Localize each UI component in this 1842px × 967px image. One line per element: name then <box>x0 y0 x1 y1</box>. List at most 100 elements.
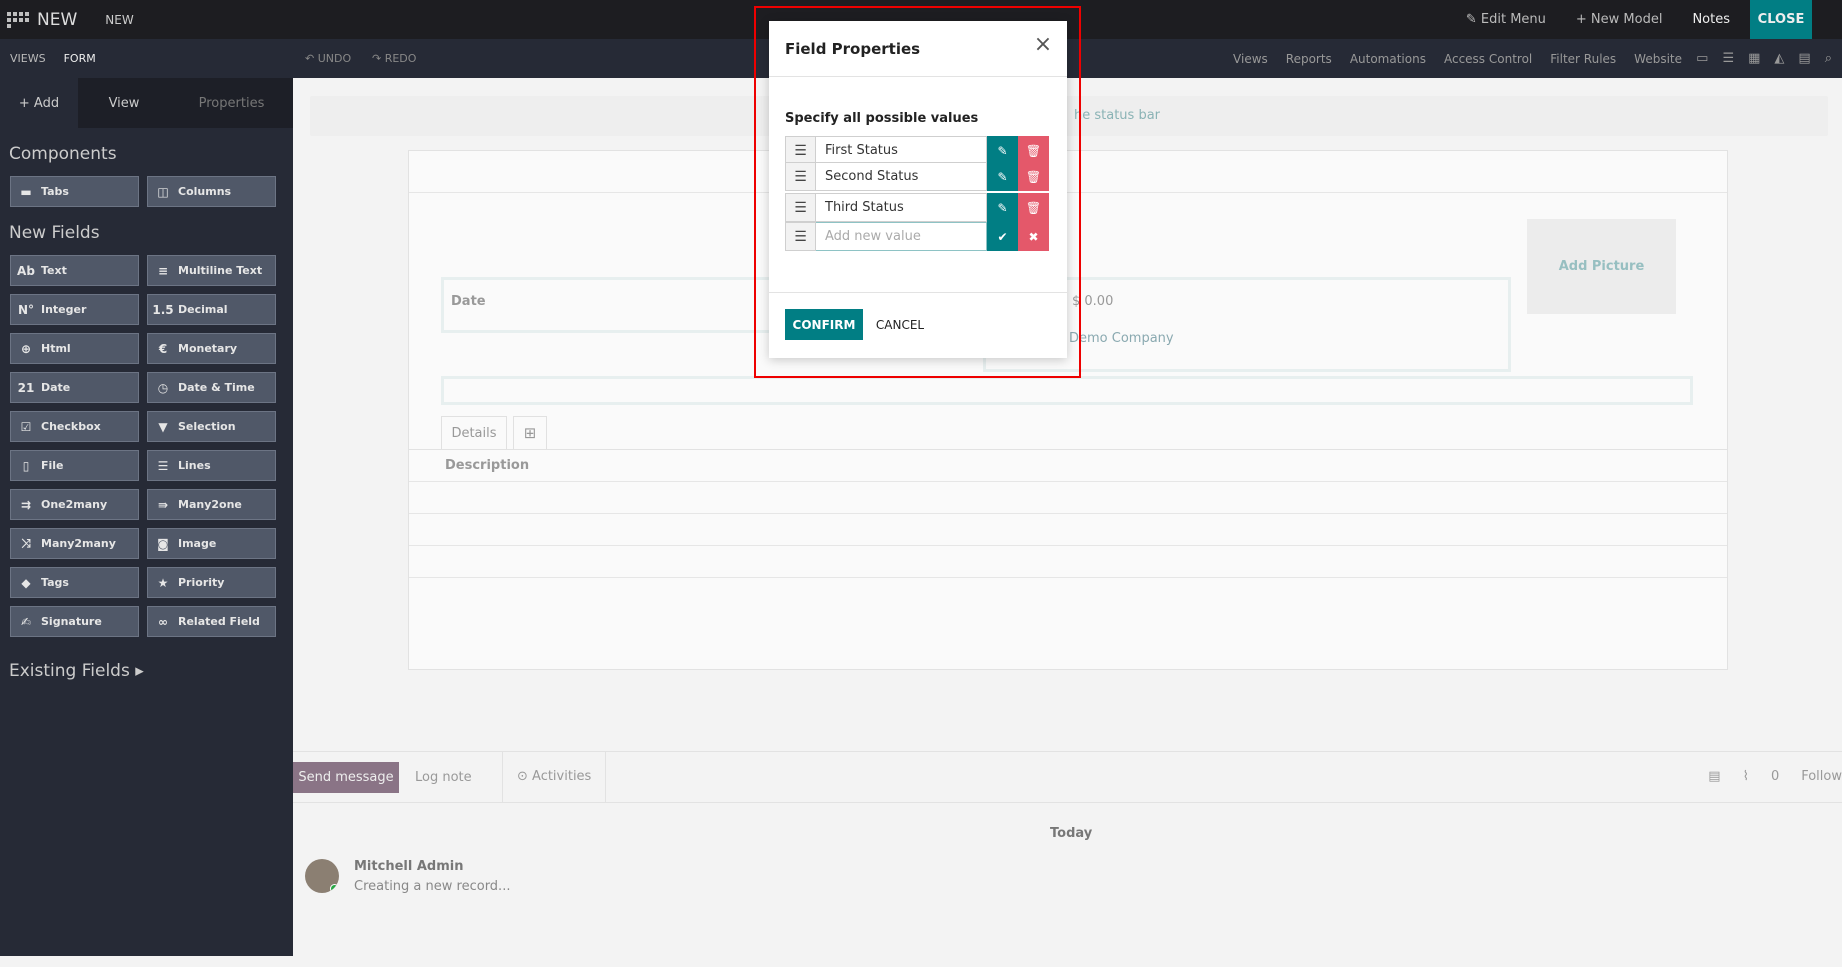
field-group-left[interactable]: Date <box>441 277 781 333</box>
menu-reports[interactable]: Reports <box>1286 52 1332 66</box>
field-selection[interactable]: ▼ Selection <box>147 411 276 442</box>
menu-views[interactable]: Views <box>1233 52 1268 66</box>
drag-handle-icon[interactable]: ☰ <box>785 162 816 191</box>
field-columns[interactable]: ◫ Columns <box>147 176 276 207</box>
undo-button[interactable]: ↶ UNDO <box>305 52 351 65</box>
field-many2one[interactable]: ⇛ Many2one <box>147 489 276 520</box>
trash-icon[interactable]: 🗑 <box>1018 162 1049 191</box>
field-label: Priority <box>178 576 225 589</box>
field-properties-dialog: Field Properties × Specify all possible … <box>769 21 1067 358</box>
text-icon: Ab <box>17 263 35 278</box>
field-signature[interactable]: ✍ Signature <box>10 606 139 637</box>
value-field: First Status <box>816 136 987 165</box>
table-row <box>409 513 1727 514</box>
search-icon[interactable]: ⌕ <box>1825 51 1832 66</box>
calendar-view-icon[interactable]: ▦ <box>1748 51 1760 66</box>
menu-access-control[interactable]: Access Control <box>1444 52 1532 66</box>
table-row <box>409 481 1727 482</box>
activities-button[interactable]: ⊙ Activities <box>502 751 607 802</box>
paperclip-icon[interactable]: ⌇ <box>1743 769 1749 784</box>
value-row: ☰ Third Status ✎ 🗑 <box>785 193 1049 222</box>
signature-icon: ✍ <box>20 614 32 629</box>
field-text[interactable]: Ab Text <box>10 255 139 286</box>
field-related-field[interactable]: ∞ Related Field <box>147 606 276 637</box>
field-checkbox[interactable]: ☑ Checkbox <box>10 411 139 442</box>
new-value-row: ☰ ✔ ✖ <box>785 222 1049 251</box>
field-date[interactable]: 21 Date <box>10 372 139 403</box>
drag-handle-icon[interactable]: ☰ <box>785 193 816 222</box>
redo-button[interactable]: ↷ REDO <box>372 52 416 65</box>
existing-fields-toggle[interactable]: Existing Fields ▸ <box>9 661 293 681</box>
confirm-button[interactable]: CONFIRM <box>785 309 863 340</box>
menu-website[interactable]: Website <box>1634 52 1682 66</box>
trash-icon[interactable]: 🗑 <box>1018 193 1049 222</box>
message-icon[interactable]: ▤ <box>1708 769 1720 784</box>
check-icon[interactable]: ✔ <box>987 222 1018 251</box>
tab-details[interactable]: Details <box>441 416 507 449</box>
table-row <box>409 545 1727 546</box>
breadcrumb[interactable]: NEW <box>105 13 133 27</box>
menu-filter-rules[interactable]: Filter Rules <box>1550 52 1616 66</box>
new-value-input[interactable] <box>816 222 987 251</box>
lines-icon: ☰ <box>157 458 169 473</box>
field-file[interactable]: ▯ File <box>10 450 139 481</box>
drag-handle-icon[interactable]: ☰ <box>785 136 816 165</box>
field-tabs[interactable]: ▬ Tabs <box>10 176 139 207</box>
edit-icon[interactable]: ✎ <box>987 136 1018 165</box>
apps-menu-icon[interactable] <box>5 10 33 30</box>
components-heading: Components <box>9 144 117 164</box>
edit-icon[interactable]: ✎ <box>987 193 1018 222</box>
multiline-text-icon: ≡ <box>157 263 169 278</box>
field-hook[interactable] <box>441 376 1693 405</box>
list-view-icon[interactable]: ☰ <box>1722 51 1734 66</box>
close-studio-button[interactable]: CLOSE <box>1750 0 1812 39</box>
field-label: File <box>41 459 64 472</box>
close-icon[interactable]: ✖ <box>1018 222 1049 251</box>
statusbar-hint: he status bar <box>1074 108 1161 123</box>
field-tags[interactable]: ◆ Tags <box>10 567 139 598</box>
field-label: Tags <box>41 576 69 589</box>
field-priority[interactable]: ★ Priority <box>147 567 276 598</box>
table-row <box>409 577 1727 578</box>
add-picture-button[interactable]: Add Picture <box>1527 219 1676 314</box>
field-monetary[interactable]: € Monetary <box>147 333 276 364</box>
related-field-icon: ∞ <box>158 614 168 629</box>
dialog-title: Field Properties <box>785 40 921 58</box>
decimal-icon: 1.5 <box>152 302 174 317</box>
field-html[interactable]: ⊕ Html <box>10 333 139 364</box>
field-lines[interactable]: ☰ Lines <box>147 450 276 481</box>
follow-button[interactable]: Follow <box>1801 769 1842 784</box>
notes-link[interactable]: Notes <box>1692 12 1730 27</box>
graph-view-icon[interactable]: ◭ <box>1774 51 1784 66</box>
form-view-icon[interactable]: ▭ <box>1696 51 1708 66</box>
cancel-button[interactable]: CANCEL <box>870 309 930 340</box>
trash-icon[interactable]: 🗑 <box>1018 136 1049 165</box>
edit-icon[interactable]: ✎ <box>987 162 1018 191</box>
menu-automations[interactable]: Automations <box>1350 52 1426 66</box>
tab-view[interactable]: View <box>78 78 170 128</box>
views-breadcrumb[interactable]: VIEWS <box>10 52 46 65</box>
close-icon[interactable]: × <box>1032 34 1054 57</box>
drag-handle-icon[interactable]: ☰ <box>785 222 816 251</box>
edit-menu-link[interactable]: ✎ Edit Menu <box>1466 12 1546 27</box>
field-decimal[interactable]: 1.5 Decimal <box>147 294 276 325</box>
field-label: Columns <box>178 185 232 198</box>
field-date-time[interactable]: ◷ Date & Time <box>147 372 276 403</box>
field-multiline-text[interactable]: ≡ Multiline Text <box>147 255 276 286</box>
followers-count[interactable]: 0 <box>1771 769 1779 784</box>
field-integer[interactable]: N° Integer <box>10 294 139 325</box>
tab-add[interactable]: + Add <box>0 78 78 128</box>
log-note-button[interactable]: Log note <box>415 770 472 785</box>
add-tab-icon[interactable]: ⊞ <box>513 416 547 449</box>
field-one2many[interactable]: ⇉ One2many <box>10 489 139 520</box>
pivot-view-icon[interactable]: ▤ <box>1798 51 1810 66</box>
value-field: Third Status <box>816 193 987 222</box>
tab-properties[interactable]: Properties <box>170 78 293 128</box>
field-many2many[interactable]: ⤨ Many2many <box>10 528 139 559</box>
html-icon: ⊕ <box>20 341 32 356</box>
field-image[interactable]: ◙ Image <box>147 528 276 559</box>
description-label: Description <box>445 458 530 473</box>
send-message-button[interactable]: Send message <box>293 762 399 793</box>
new-model-link[interactable]: + New Model <box>1576 12 1663 27</box>
date-separator: Today <box>1050 826 1093 841</box>
